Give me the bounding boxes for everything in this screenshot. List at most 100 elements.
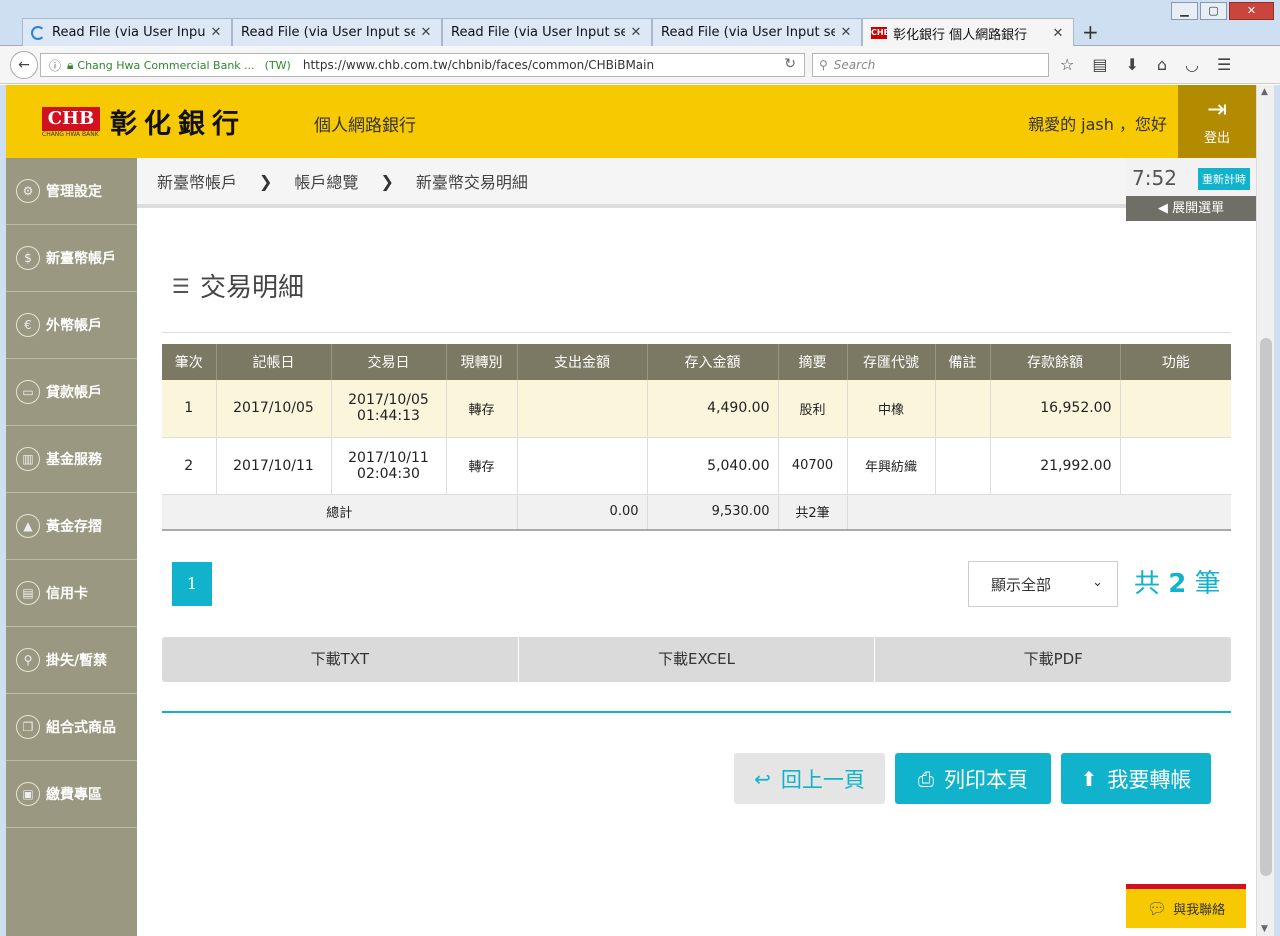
window-close-icon[interactable]: ✕ (1229, 2, 1274, 20)
page-title-text: 交易明細 (199, 273, 304, 303)
sidebar-item-label: 新臺幣帳戶 (46, 251, 116, 267)
contact-label: 與我聯絡 (1173, 903, 1226, 918)
url-bar[interactable]: ⓘ 🔒︎ Chang Hwa Commercial Bank ... (TW) … (40, 53, 805, 77)
reader-icon[interactable]: ▤ (1092, 55, 1107, 74)
stack-icon: ❐ (16, 715, 40, 739)
breadcrumb-item[interactable]: 新臺幣帳戶 (157, 169, 237, 193)
tab-title: 彰化銀行 個人網路銀行 (893, 27, 1028, 43)
url-text[interactable]: https://www.chb.com.tw/chbnib/faces/comm… (303, 58, 654, 72)
sidebar-item-payments[interactable]: ▣ 繳費專區 (6, 761, 137, 828)
scroll-down-icon[interactable]: ▼ (1261, 924, 1268, 934)
bookmark-star-icon[interactable]: ☆ (1060, 55, 1074, 74)
transfer-button[interactable]: ⬆ 我要轉帳 (1061, 753, 1211, 804)
minimize-icon[interactable]: ▁ (1171, 2, 1198, 20)
browser-nav-bar: ← ⓘ 🔒︎ Chang Hwa Commercial Bank ... (TW… (0, 46, 1280, 84)
session-time: 7:52 (1132, 166, 1177, 190)
back-arrow-icon[interactable]: ← (10, 51, 38, 79)
column-header: 功能 (1120, 344, 1231, 380)
cell-post-date: 2017/10/11 (216, 437, 332, 495)
sidebar-item-label: 貸款帳戶 (46, 385, 102, 401)
sidebar-item-credit-card[interactable]: ▤ 信用卡 (6, 560, 137, 627)
column-header: 摘要 (778, 344, 848, 380)
sidebar-item-label: 信用卡 (46, 586, 88, 602)
reload-icon[interactable]: ↻ (784, 56, 796, 72)
menu-icon[interactable]: ☰ (1217, 55, 1231, 74)
close-tab-icon[interactable]: ✕ (209, 25, 223, 40)
dollar-icon: $ (16, 246, 40, 270)
breadcrumb-item[interactable]: 帳戶總覽 (294, 169, 358, 193)
cell-memo: 股利 (778, 380, 848, 438)
sidebar-item-funds[interactable]: ▥ 基金服務 (6, 426, 137, 493)
page-number-button[interactable]: 1 (172, 562, 212, 606)
browser-tab-3[interactable]: Read File (via User Input selecti ✕ (442, 18, 652, 46)
home-icon[interactable]: ⌂ (1157, 55, 1167, 74)
cell-no: 1 (162, 380, 217, 438)
browser-search-input[interactable]: ⚲ Search (812, 53, 1049, 77)
column-header: 存入金額 (647, 344, 779, 380)
new-tab-button[interactable]: + (1082, 20, 1099, 44)
back-button[interactable]: ↩ 回上一頁 (734, 753, 885, 804)
cell-tx-time: 02:04:30 (357, 465, 420, 482)
total-empty (847, 494, 1231, 531)
sidebar-item-label: 黃金存摺 (46, 519, 102, 535)
logout-button[interactable]: ⇥ 登出 (1178, 85, 1256, 158)
cell-code: 中橡 (847, 380, 936, 438)
printer-icon: ⎙ (918, 766, 934, 791)
sidebar-item-loans[interactable]: ▭ 貸款帳戶 (6, 359, 137, 426)
column-header: 現轉別 (446, 344, 518, 380)
sidebar-item-twd-accounts[interactable]: $ 新臺幣帳戶 (6, 225, 137, 292)
cell-balance: 21,992.00 (990, 437, 1121, 495)
column-header: 記帳日 (216, 344, 332, 380)
chevron-left-circle-icon: ◀ (1157, 201, 1168, 216)
download-pdf-button[interactable]: 下載PDF (875, 637, 1231, 682)
print-button[interactable]: ⎙ 列印本頁 (895, 753, 1051, 804)
sidebar-item-label: 管理設定 (46, 184, 102, 200)
search-icon: ⚲ (16, 648, 40, 672)
download-txt-button[interactable]: 下載TXT (162, 637, 519, 682)
scroll-up-icon[interactable]: ▲ (1261, 87, 1268, 97)
sidebar-item-structured-products[interactable]: ❐ 組合式商品 (6, 694, 137, 761)
browser-tab-active[interactable]: CHB 彰化銀行 個人網路銀行 ✕ (862, 18, 1074, 47)
sidebar: ⚙ 管理設定 $ 新臺幣帳戶 € 外幣帳戶 ▭ 貸款帳戶 ▥ 基金服務 ▲ 黃金… (6, 158, 137, 936)
reset-timer-button[interactable]: 重新計時 (1198, 168, 1250, 190)
sidebar-item-label: 組合式商品 (46, 720, 116, 736)
cell-tx-date: 2017/10/05 (348, 392, 429, 409)
sidebar-item-management[interactable]: ⚙ 管理設定 (6, 158, 137, 225)
download-excel-button[interactable]: 下載EXCEL (519, 637, 876, 682)
expand-menu-button[interactable]: ◀ 展開選單 (1126, 196, 1256, 221)
browser-tab-2[interactable]: Read File (via User Input selecti ✕ (232, 18, 442, 46)
record-count-suffix: 筆 (1194, 569, 1221, 599)
cell-no: 2 (162, 437, 217, 495)
column-header: 筆次 (162, 344, 217, 380)
session-timer: 7:52 重新計時 (1126, 158, 1256, 196)
scrollbar-thumb[interactable] (1260, 338, 1272, 876)
cell-deposit: 5,040.00 (647, 437, 779, 495)
column-header: 備註 (935, 344, 991, 380)
sidebar-item-gold[interactable]: ▲ 黃金存摺 (6, 493, 137, 560)
close-tab-icon[interactable]: ✕ (839, 25, 853, 40)
pocket-icon[interactable]: ◡ (1185, 55, 1199, 74)
contact-us-button[interactable]: 💬︎ 與我聯絡 (1126, 884, 1246, 928)
close-tab-icon[interactable]: ✕ (1051, 26, 1065, 41)
display-count-select[interactable]: 顯示全部 ⌄ (968, 561, 1118, 607)
chb-logo[interactable]: CHB (42, 107, 100, 131)
maximize-icon[interactable]: ▢ (1200, 2, 1227, 20)
close-tab-icon[interactable]: ✕ (629, 25, 643, 40)
cell-memo: 40700 (778, 437, 848, 495)
site-header: CHB CHANG HWA BANK 彰化銀行 個人網路銀行 親愛的 jash … (6, 85, 1256, 158)
sidebar-item-loss-report[interactable]: ⚲ 掛失/暫禁 (6, 627, 137, 694)
record-count-prefix: 共 (1134, 569, 1161, 599)
display-count-value: 顯示全部 (991, 575, 1052, 594)
info-icon[interactable]: ⓘ (49, 57, 61, 74)
browser-tab-1[interactable]: Read File (via User Input sel ✕ (22, 18, 232, 46)
sidebar-item-foreign-accounts[interactable]: € 外幣帳戶 (6, 292, 137, 359)
page-scrollbar[interactable]: ▲ ▼ (1256, 85, 1274, 936)
divider (162, 332, 1231, 333)
site-identity: Chang Hwa Commercial Bank ... (77, 58, 255, 72)
close-tab-icon[interactable]: ✕ (419, 25, 433, 40)
cell-action (1120, 380, 1231, 438)
window-border-right (1274, 85, 1280, 936)
browser-tab-4[interactable]: Read File (via User Input selecti ✕ (652, 18, 862, 46)
download-icon[interactable]: ⬇ (1125, 55, 1138, 74)
table-row: 1 2017/10/05 2017/10/05 01:44:13 轉存 4,49… (162, 380, 1231, 438)
